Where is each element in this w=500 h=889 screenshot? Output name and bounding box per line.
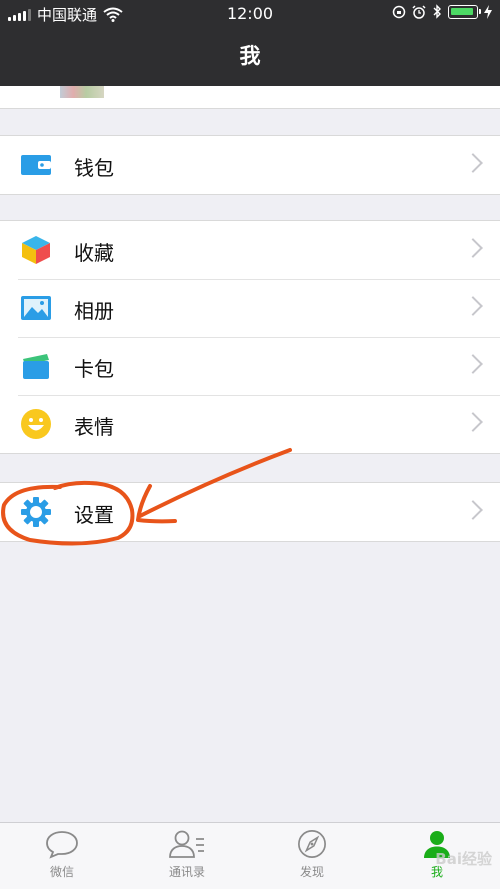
menu-item-settings[interactable]: 设置 — [0, 483, 500, 541]
compass-icon — [298, 830, 326, 858]
battery-icon — [448, 4, 481, 19]
profile-card-bottom[interactable] — [0, 86, 500, 109]
menu-item-label: 钱包 — [74, 156, 114, 180]
menu-item-label: 表情 — [74, 415, 114, 439]
tab-label: 通讯录 — [168, 865, 205, 879]
charging-bolt-icon — [484, 4, 492, 19]
gear-icon — [21, 497, 51, 527]
menu-item-card-pack[interactable]: 卡包 — [0, 337, 500, 395]
menu-item-label: 相册 — [74, 299, 114, 323]
rotation-lock-icon — [392, 5, 406, 18]
chevron-right-icon — [463, 412, 483, 432]
menu-group-settings: 设置 — [0, 482, 500, 542]
contacts-icon — [169, 830, 204, 858]
tab-label: 发现 — [299, 865, 324, 879]
menu-item-favorites[interactable]: 收藏 — [0, 221, 500, 279]
chevron-right-icon — [463, 296, 483, 316]
menu-item-wallet[interactable]: 钱包 — [0, 136, 500, 194]
avatar-partial — [60, 86, 104, 98]
tab-chats[interactable]: 微信 — [12, 829, 112, 885]
album-photo-icon — [21, 296, 51, 320]
top-bar: 中国联通 12:00 我 — [0, 0, 500, 86]
tab-contacts[interactable]: 通讯录 — [137, 829, 237, 885]
bluetooth-icon — [433, 4, 441, 19]
card-pack-icon — [23, 354, 49, 379]
tab-discover[interactable]: 发现 — [262, 829, 362, 885]
page-title: 我 — [239, 44, 261, 68]
status-bar: 中国联通 12:00 — [0, 0, 500, 28]
tab-bar: 微信 通讯录 发现 我 Bai经验 — [0, 822, 500, 889]
menu-item-label: 卡包 — [74, 357, 114, 381]
favorites-cube-icon — [22, 236, 50, 264]
chevron-right-icon — [463, 153, 483, 173]
menu-item-label: 设置 — [74, 503, 114, 527]
chevron-right-icon — [463, 238, 483, 258]
watermark: Bai经验 — [435, 850, 492, 868]
menu-group-wallet: 钱包 — [0, 135, 500, 195]
menu-item-stickers[interactable]: 表情 — [0, 395, 500, 453]
menu-group-collections: 收藏 相册 卡包 表情 — [0, 220, 500, 454]
chevron-right-icon — [463, 354, 483, 374]
chevron-right-icon — [463, 500, 483, 520]
smiley-icon — [21, 409, 51, 439]
wallet-icon — [21, 155, 51, 175]
alarm-icon — [412, 4, 426, 19]
tab-label: 微信 — [49, 865, 74, 879]
menu-item-label: 收藏 — [74, 241, 114, 265]
menu-item-album[interactable]: 相册 — [0, 279, 500, 337]
chat-bubble-icon — [46, 831, 78, 859]
